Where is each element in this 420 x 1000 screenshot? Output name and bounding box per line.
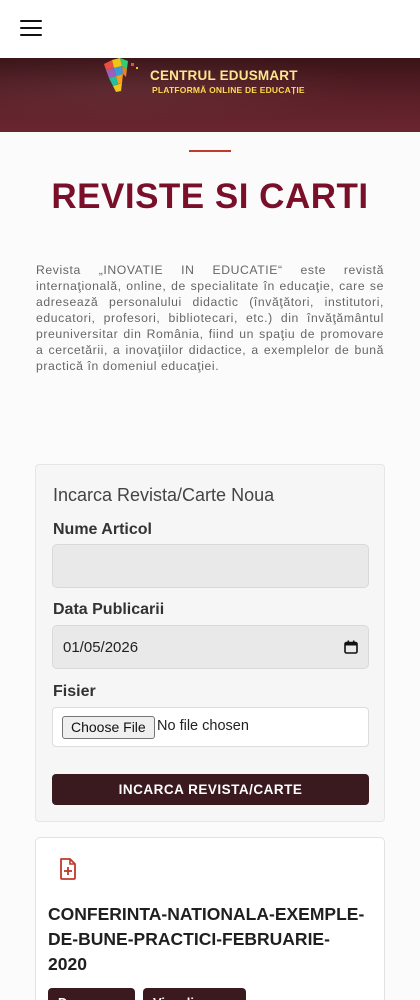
file-plus-icon bbox=[60, 858, 76, 880]
file-label: Fisier bbox=[53, 683, 96, 700]
article-name-input[interactable] bbox=[52, 544, 369, 588]
hamburger-icon[interactable] bbox=[20, 19, 42, 37]
download-button[interactable]: Descarca bbox=[48, 988, 135, 1000]
form-heading: Incarca Revista/Carte Noua bbox=[53, 485, 275, 505]
publish-date-input[interactable]: 01/05/2026 bbox=[52, 625, 369, 669]
title-divider bbox=[189, 150, 231, 152]
file-input[interactable]: Choose File No file chosen bbox=[52, 707, 369, 747]
name-label: Nume Articol bbox=[53, 521, 152, 538]
calendar-icon[interactable] bbox=[344, 640, 358, 654]
document-title: CONFERINTA-NATIONALA-EXEMPLE-DE-BUNE-PRA… bbox=[48, 904, 365, 974]
intro-paragraph: Revista „INOVATIE IN EDUCATIE“ este revi… bbox=[36, 263, 384, 373]
edusmart-logo bbox=[104, 58, 138, 92]
brand-banner: CENTRUL EDUSMART PLATFORMĂ ONLINE DE EDU… bbox=[0, 58, 420, 132]
top-bar bbox=[0, 0, 420, 58]
date-value: 01/05/2026 bbox=[63, 639, 139, 656]
date-label: Data Publicarii bbox=[53, 601, 165, 618]
document-card: CONFERINTA-NATIONALA-EXEMPLE-DE-BUNE-PRA… bbox=[35, 837, 385, 1000]
view-button[interactable]: Vizualizeaza bbox=[143, 988, 246, 1000]
upload-submit-button[interactable]: INCARCA REVISTA/CARTE bbox=[52, 774, 369, 805]
page-title: REVISTE SI CARTI bbox=[51, 177, 369, 216]
brand-title: CENTRUL EDUSMART bbox=[150, 68, 298, 83]
brand-subtitle: PLATFORMĂ ONLINE DE EDUCAȚIE bbox=[152, 85, 305, 95]
file-status: No file chosen bbox=[157, 718, 249, 734]
choose-file-button[interactable]: Choose File bbox=[62, 716, 155, 739]
upload-form: Incarca Revista/Carte Noua Nume Articol … bbox=[35, 464, 385, 822]
